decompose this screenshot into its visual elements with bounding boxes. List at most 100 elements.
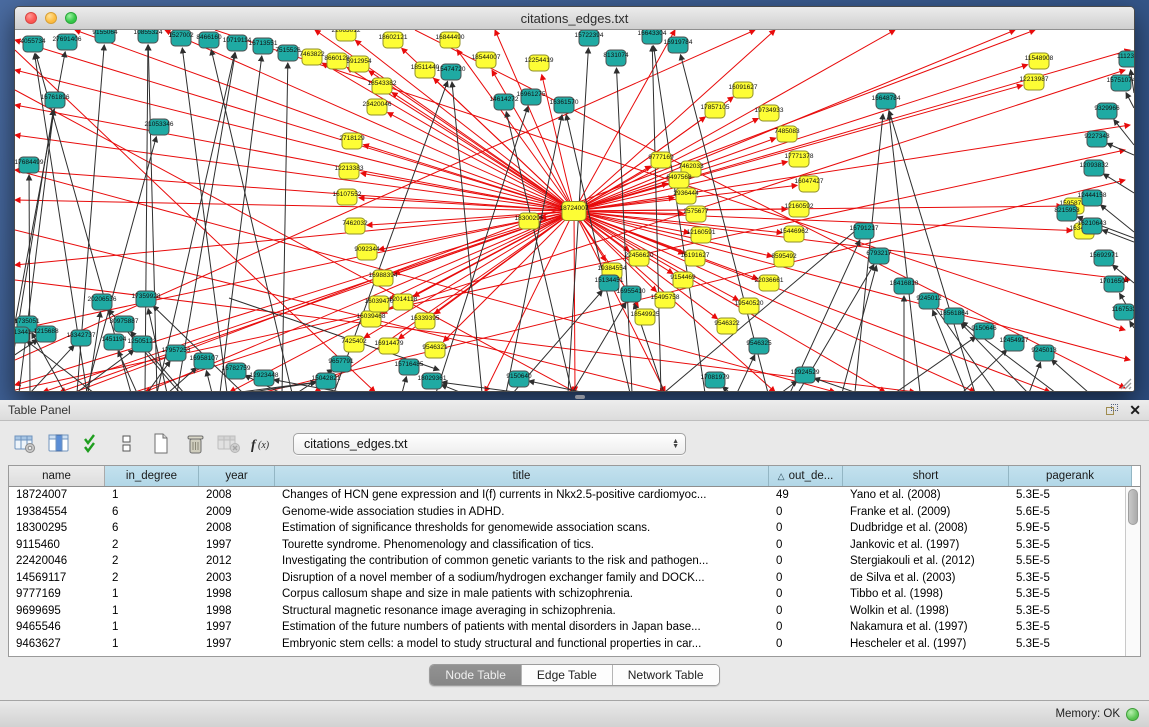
table-cell-year[interactable]: 1998 <box>199 588 275 600</box>
row-boxes-icon[interactable] <box>113 431 141 457</box>
table-cell-title[interactable]: Structural magnetic resonance image aver… <box>275 605 769 617</box>
graph-node[interactable]: 18544007 <box>472 52 501 68</box>
graph-node[interactable]: 12254419 <box>525 55 554 71</box>
select-checks-icon[interactable] <box>79 431 107 457</box>
table-cell-title[interactable]: Estimation of significance thresholds fo… <box>275 522 769 534</box>
function-builder-icon[interactable]: f(x) <box>249 431 277 457</box>
graph-node[interactable]: 16210643 <box>1078 218 1107 234</box>
graph-node[interactable]: 8595492 <box>771 251 797 267</box>
table-cell-in_degree[interactable]: 1 <box>105 489 199 501</box>
table-cell-title[interactable]: Embryonic stem cells: a model to study s… <box>275 638 769 650</box>
table-cell-in_degree[interactable]: 2 <box>105 572 199 584</box>
table-cell-short[interactable]: de Silva et al. (2003) <box>843 572 1009 584</box>
delete-column-icon[interactable] <box>181 431 209 457</box>
table-row[interactable]: 2242004622012Investigating the contribut… <box>9 553 1140 570</box>
graph-node[interactable]: 12160591 <box>687 227 716 243</box>
graph-node[interactable]: 9777169 <box>648 152 674 168</box>
graph-node[interactable]: 21053346 <box>145 119 174 135</box>
table-cell-pagerank[interactable]: 5.3E-5 <box>1009 605 1132 617</box>
graph-node[interactable]: 4055734 <box>20 36 46 52</box>
graph-node[interactable]: 8466160 <box>196 32 222 48</box>
graph-hub-node[interactable]: 18724007 <box>560 202 589 221</box>
table-cell-title[interactable]: Changes of HCN gene expression and I(f) … <box>275 489 769 501</box>
delete-table-icon[interactable] <box>215 431 243 457</box>
table-cell-year[interactable]: 2008 <box>199 522 275 534</box>
graph-node[interactable]: 16047427 <box>795 176 824 192</box>
close-panel-icon[interactable]: ✕ <box>1129 404 1141 417</box>
graph-node[interactable]: 14614272 <box>490 94 519 110</box>
graph-node[interactable]: 16191627 <box>681 250 710 266</box>
table-cell-short[interactable]: Hescheler et al. (1997) <box>843 638 1009 650</box>
graph-node[interactable]: 9092344 <box>354 244 380 260</box>
graph-node[interactable]: 17684499 <box>15 157 44 173</box>
table-cell-in_degree[interactable]: 1 <box>105 638 199 650</box>
table-row[interactable]: 969969511998Structural magnetic resonanc… <box>9 603 1140 620</box>
float-panel-icon[interactable] <box>1106 404 1119 417</box>
graph-node[interactable]: 17359928 <box>132 291 161 307</box>
table-cell-short[interactable]: Stergiakouli et al. (2012) <box>843 555 1009 567</box>
graph-node[interactable]: 15495758 <box>651 292 680 308</box>
table-cell-name[interactable]: 9699695 <box>9 605 105 617</box>
graph-node[interactable]: 17957253 <box>162 345 191 361</box>
table-row[interactable]: 1938455462009Genome-wide association stu… <box>9 504 1140 521</box>
table-cell-pagerank[interactable]: 5.5E-5 <box>1009 555 1132 567</box>
graph-node[interactable]: 12160592 <box>785 201 814 217</box>
table-cell-short[interactable]: Wolkin et al. (1998) <box>843 605 1009 617</box>
graph-node[interactable]: 9155064 <box>92 30 118 43</box>
splitter-handle[interactable] <box>575 395 585 399</box>
table-cell-out_degree[interactable]: 0 <box>769 621 843 633</box>
graph-node[interactable]: 17081979 <box>701 372 730 388</box>
table-cell-year[interactable]: 1997 <box>199 638 275 650</box>
graph-node[interactable]: 10855324 <box>134 30 163 43</box>
graph-node[interactable]: 27691406 <box>53 34 82 50</box>
table-options-icon[interactable] <box>11 431 39 457</box>
table-cell-pagerank[interactable]: 5.3E-5 <box>1009 572 1132 584</box>
graph-node[interactable]: 16961275 <box>517 89 546 105</box>
graph-node[interactable]: 9657791 <box>328 356 354 372</box>
graph-node[interactable]: 9329966 <box>1094 103 1120 119</box>
graph-node[interactable]: 5912954 <box>346 56 372 72</box>
table-cell-pagerank[interactable]: 5.6E-5 <box>1009 506 1132 518</box>
graph-node[interactable]: 9245012 <box>916 293 942 309</box>
table-cell-pagerank[interactable]: 5.3E-5 <box>1009 638 1132 650</box>
graph-node[interactable]: 12923448 <box>250 370 279 386</box>
table-cell-year[interactable]: 2003 <box>199 572 275 584</box>
graph-node[interactable]: 18602121 <box>379 32 408 48</box>
window-titlebar[interactable]: citations_edges.txt <box>15 7 1134 30</box>
table-cell-name[interactable]: 19384554 <box>9 506 105 518</box>
graph-node[interactable]: 9546321 <box>422 342 448 358</box>
graph-node[interactable]: 9154469 <box>670 272 696 288</box>
graph-node[interactable]: 8131074 <box>603 50 629 66</box>
graph-node[interactable]: 30975887 <box>110 316 139 332</box>
graph-node[interactable]: 9150640 <box>506 371 532 387</box>
table-row[interactable]: 977716911998Corpus callosum shape and si… <box>9 586 1140 603</box>
table-row[interactable]: 946554611997Estimation of the future num… <box>9 619 1140 636</box>
table-cell-short[interactable]: Franke et al. (2009) <box>843 506 1009 518</box>
graph-node[interactable]: 12213987 <box>1020 74 1049 90</box>
graph-node[interactable]: 19734933 <box>755 105 784 121</box>
graph-node[interactable]: 22456620 <box>625 250 654 266</box>
graph-node[interactable]: 12505123 <box>128 336 157 352</box>
graph-node[interactable]: 23420046 <box>363 99 392 115</box>
column-header-short[interactable]: short <box>843 466 1009 486</box>
table-cell-year[interactable]: 2012 <box>199 555 275 567</box>
table-cell-pagerank[interactable]: 5.3E-5 <box>1009 489 1132 501</box>
table-cell-in_degree[interactable]: 1 <box>105 621 199 633</box>
table-row[interactable]: 911546021997Tourette syndrome. Phenomeno… <box>9 537 1140 554</box>
table-row[interactable]: 1872400712008Changes of HCN gene express… <box>9 487 1140 504</box>
table-cell-out_degree[interactable]: 0 <box>769 522 843 534</box>
column-header-year[interactable]: year <box>199 466 275 486</box>
graph-node[interactable]: 1215688 <box>33 326 59 342</box>
graph-node[interactable]: 7463822 <box>299 49 325 65</box>
table-cell-name[interactable]: 9115460 <box>9 539 105 551</box>
table-cell-name[interactable]: 14569117 <box>9 572 105 584</box>
network-canvas[interactable]: 1872400774638228660128591295418543382234… <box>15 30 1134 392</box>
graph-node[interactable]: 16643304 <box>638 30 667 44</box>
vertical-scrollbar[interactable] <box>1125 487 1140 656</box>
network-view-window[interactable]: citations_edges.txt 18724007746382286601… <box>14 6 1135 392</box>
graph-node[interactable]: 9546322 <box>714 318 740 334</box>
graph-node[interactable]: 17016504 <box>1100 276 1129 292</box>
graph-node[interactable]: 16844490 <box>436 32 465 48</box>
graph-node[interactable]: 7515526 <box>275 45 301 61</box>
table-cell-pagerank[interactable]: 5.3E-5 <box>1009 539 1132 551</box>
